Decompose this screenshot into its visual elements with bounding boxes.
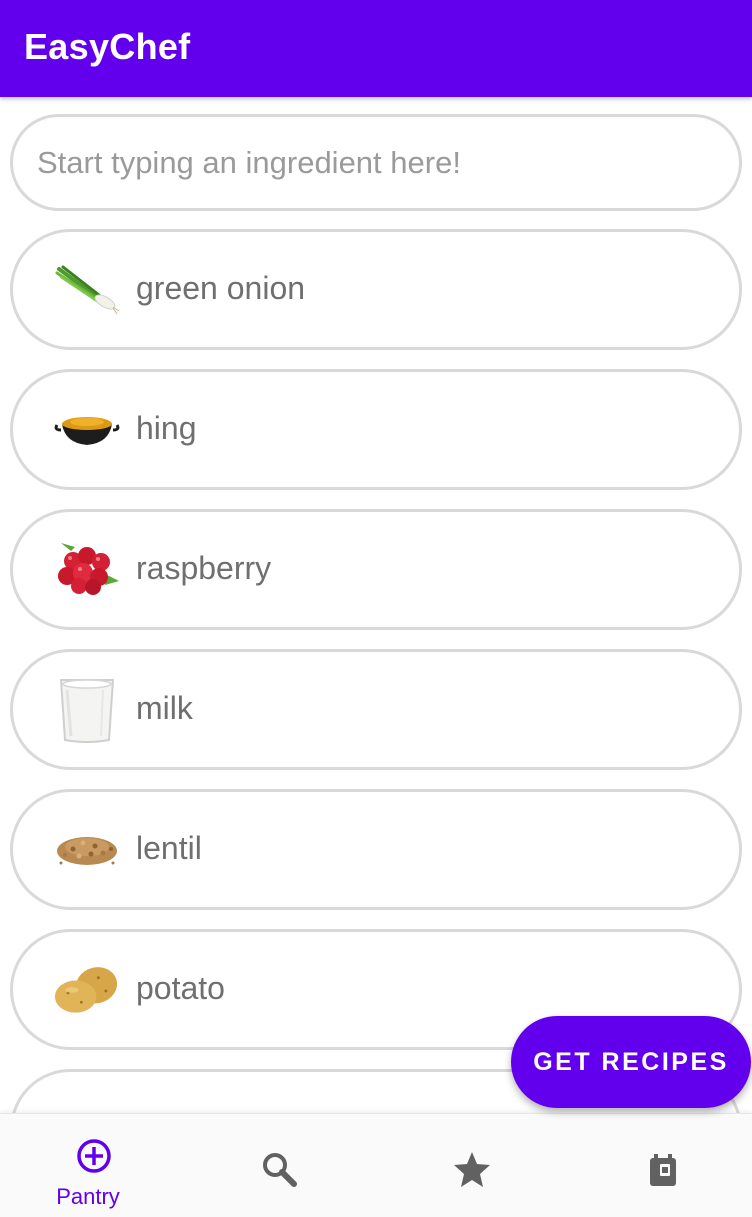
hing-icon [53,399,121,461]
ingredient-label: potato [136,970,225,1006]
app-screen: EasyChef green onion [0,0,752,1217]
ingredient-label: hing [136,410,197,446]
ingredient-search-input[interactable] [37,117,717,208]
nav-item-pantry[interactable]: Pantry [0,1114,188,1217]
get-recipes-button[interactable]: GET RECIPES [511,1016,751,1108]
ingredient-search-field[interactable] [10,114,742,211]
top-app-bar: EasyChef [0,0,752,97]
nav-item-planner[interactable] [564,1114,752,1217]
bottom-navigation: Pantry [0,1113,752,1217]
pantry-list[interactable]: green onion hing [0,97,752,1113]
app-title: EasyChef [24,26,191,67]
potato-icon [53,959,121,1021]
nav-item-search[interactable] [188,1114,376,1217]
search-icon [260,1150,300,1190]
lentil-icon [53,819,121,881]
ingredient-item-milk[interactable]: milk [10,649,742,770]
ingredient-item-lentil[interactable]: lentil [10,789,742,910]
raspberry-icon [53,539,121,601]
add-circle-icon [74,1136,114,1176]
green-onion-icon [53,259,121,321]
milk-icon [53,679,121,743]
ingredient-label: milk [136,690,193,726]
nav-label-pantry: Pantry [56,1184,120,1209]
nav-item-favorites[interactable] [376,1114,564,1217]
planner-icon [644,1150,684,1190]
ingredient-label: lentil [136,830,202,866]
ingredient-label: raspberry [136,550,272,586]
ingredient-label: green onion [136,270,306,306]
ingredient-item-raspberry[interactable]: raspberry [10,509,742,630]
ingredient-item-green-onion[interactable]: green onion [10,229,742,350]
star-icon [452,1150,492,1190]
ingredient-item-hing[interactable]: hing [10,369,742,490]
